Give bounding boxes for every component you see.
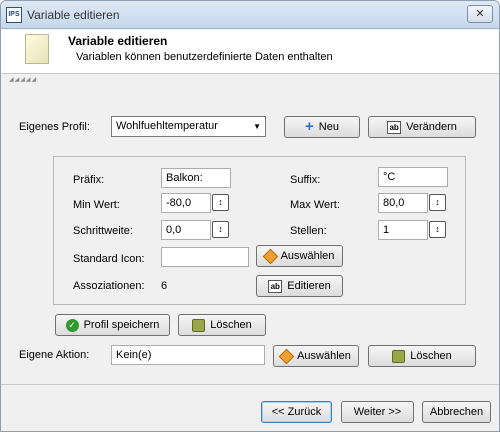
plus-icon: +: [305, 118, 314, 136]
min-value-label: Min Wert:: [73, 199, 120, 211]
own-action-input[interactable]: Kein(e): [111, 345, 265, 365]
back-button[interactable]: << Zurück: [261, 401, 332, 423]
chevron-down-icon: ▼: [253, 122, 261, 131]
delete-profile-button[interactable]: Löschen: [178, 314, 266, 336]
profile-label: Eigenes Profil:: [19, 121, 90, 133]
change-profile-button[interactable]: ab Verändern: [368, 116, 476, 138]
resize-grip-icon: ◢◢◢◢◢: [9, 77, 38, 83]
digits-spinner-icon[interactable]: ↕: [429, 221, 446, 238]
max-value-spinner-icon[interactable]: ↕: [429, 194, 446, 211]
min-value-spinner-icon[interactable]: ↕: [212, 194, 229, 211]
variable-icon: [25, 34, 49, 64]
prefix-label: Präfix:: [73, 174, 105, 186]
max-value-label: Max Wert:: [290, 199, 340, 211]
trash-icon: [192, 318, 206, 332]
profile-select[interactable]: Wohlfuehltemperatur ▼: [111, 116, 266, 137]
new-profile-button[interactable]: + Neu: [284, 116, 360, 138]
standard-icon-label: Standard Icon:: [73, 253, 145, 265]
select-icon-button[interactable]: Auswählen: [256, 245, 343, 267]
suffix-label: Suffix:: [290, 174, 321, 186]
title-bar[interactable]: IPS Variable editieren ✕: [1, 1, 499, 29]
min-value-input[interactable]: -80,0: [161, 193, 211, 213]
ab-icon: ab: [387, 120, 402, 134]
digits-input[interactable]: 1: [378, 220, 428, 240]
header-subtitle: Variablen können benutzerdefinierte Date…: [76, 51, 333, 63]
diamond-icon: [278, 348, 295, 364]
step-label: Schrittweite:: [73, 225, 133, 237]
suffix-input[interactable]: °C: [378, 167, 448, 187]
edit-associations-button[interactable]: ab Editieren: [256, 275, 343, 297]
footer-divider: [1, 384, 499, 385]
digits-label: Stellen:: [290, 225, 327, 237]
step-input[interactable]: 0,0: [161, 220, 211, 240]
standard-icon-input[interactable]: [161, 247, 249, 267]
profile-selected-value: Wohlfuehltemperatur: [116, 120, 218, 132]
dialog-window: IPS Variable editieren ✕ Variable editie…: [0, 0, 500, 432]
associations-count: 6: [161, 280, 168, 292]
own-action-label: Eigene Aktion:: [19, 349, 90, 361]
max-value-input[interactable]: 80,0: [378, 193, 428, 213]
checkmark-icon: ✓: [65, 318, 79, 332]
cancel-button[interactable]: Abbrechen: [422, 401, 491, 423]
ab-icon: ab: [268, 279, 283, 293]
step-spinner-icon[interactable]: ↕: [212, 221, 229, 238]
header-panel: Variable editieren Variablen können benu…: [1, 30, 499, 74]
trash-icon: [392, 349, 406, 363]
next-button[interactable]: Weiter >>: [341, 401, 414, 423]
diamond-icon: [262, 248, 278, 264]
delete-action-button[interactable]: Löschen: [368, 345, 476, 367]
save-profile-button[interactable]: ✓ Profil speichern: [55, 314, 170, 336]
select-action-button[interactable]: Auswählen: [273, 345, 359, 367]
prefix-input[interactable]: Balkon:: [161, 168, 231, 188]
close-button[interactable]: ✕: [467, 5, 493, 23]
header-title: Variable editieren: [68, 34, 168, 48]
ips-app-icon: IPS: [6, 7, 22, 23]
window-title: Variable editieren: [27, 8, 120, 22]
associations-label: Assoziationen:: [73, 280, 145, 292]
